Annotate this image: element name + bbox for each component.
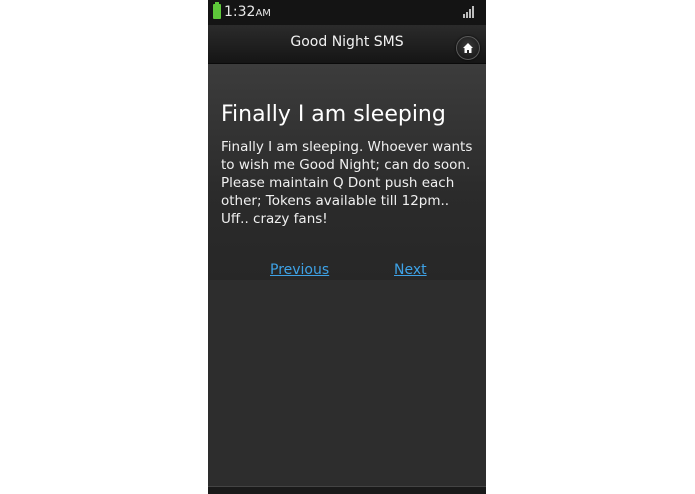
status-time: 1:32 — [224, 4, 256, 20]
empty-area — [208, 280, 486, 486]
status-bar: 1:32AM — [208, 0, 486, 25]
previous-link[interactable]: Previous — [270, 262, 329, 278]
bottom-bar — [208, 486, 486, 494]
app-title-bar: Good Night SMS — [208, 25, 486, 64]
phone-screen: 1:32AM Good Night SMS Finally I am sleep… — [208, 0, 486, 494]
message-heading: Finally I am sleeping — [221, 102, 446, 127]
signal-icon — [463, 6, 477, 18]
status-clock: 1:32AM — [224, 4, 271, 22]
battery-icon — [213, 2, 221, 19]
status-ampm: AM — [255, 8, 271, 19]
next-link[interactable]: Next — [394, 262, 427, 278]
home-icon — [463, 43, 473, 53]
home-button[interactable] — [456, 36, 480, 60]
message-body: Finally I am sleeping. Whoever wants to … — [221, 139, 473, 227]
message-panel: Finally I am sleeping Finally I am sleep… — [208, 64, 486, 280]
app-title: Good Night SMS — [290, 34, 404, 50]
